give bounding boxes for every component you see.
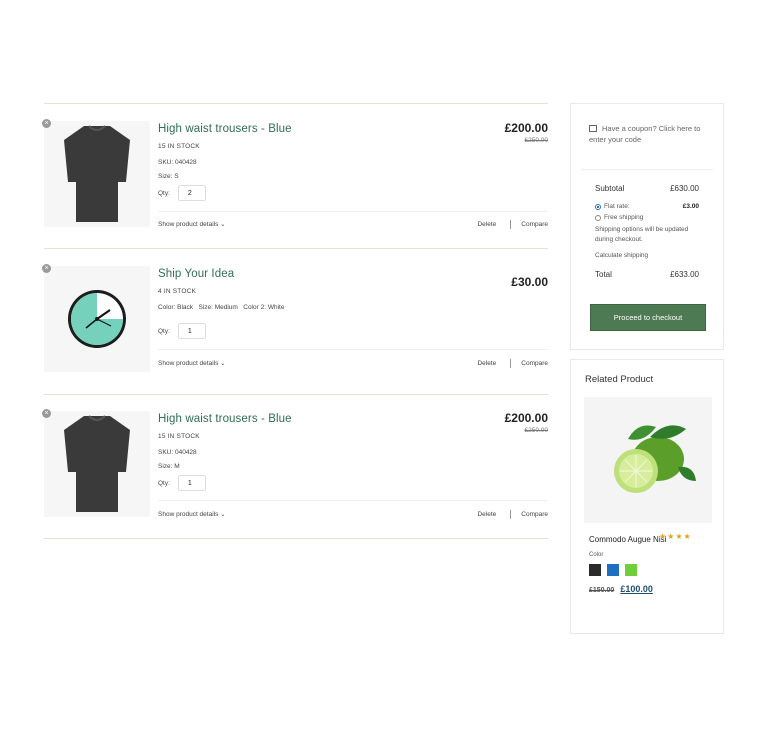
item-actions: Delete Compare (477, 220, 548, 229)
subtotal-value: £630.00 (670, 184, 699, 193)
shipping-note: Shipping options will be updated during … (595, 226, 689, 243)
item-price: £200.00 (504, 411, 548, 425)
qty-label: Qty: (158, 327, 170, 335)
qty-label: Qty: (158, 479, 170, 487)
product-image-clock[interactable] (44, 266, 150, 372)
item-footer-divider (158, 349, 548, 350)
compare-link[interactable]: Compare (521, 511, 548, 518)
show-details-link[interactable]: Show product details ⌄ (158, 359, 226, 367)
item-footer-divider (158, 500, 548, 501)
stock-status: 15 IN STOCK (158, 143, 200, 150)
cart-item: × High waist trousers - Blue 15 IN STOCK… (42, 119, 549, 231)
cart-item-divider (44, 394, 548, 395)
product-attributes: SKU: 040428 Size: S (158, 159, 197, 187)
quantity-input[interactable]: 1 (177, 323, 206, 339)
related-product-name[interactable]: Commodo Augue Nisi ★★★★ (589, 532, 707, 544)
flat-rate-value: £3.00 (682, 203, 699, 210)
product-image-tshirt[interactable] (44, 121, 150, 227)
item-actions: Delete Compare (477, 510, 548, 519)
rating-stars-icon: ★★★★ (659, 532, 692, 541)
quantity-input[interactable]: 2 (177, 185, 206, 201)
cart-bottom-divider (44, 538, 548, 539)
stock-status: 4 IN STOCK (158, 288, 197, 295)
calculate-shipping-link[interactable]: Calculate shipping (595, 251, 699, 261)
related-product-panel: Related Product Commodo Augue Nisi ★★★★ … (570, 359, 724, 634)
item-footer-divider (158, 211, 548, 212)
coupon-text[interactable]: Have a coupon? Click here to enter your … (589, 124, 700, 144)
item-price: £30.00 (511, 275, 548, 289)
delete-link[interactable]: Delete (477, 511, 496, 518)
product-name[interactable]: High waist trousers - Blue (158, 413, 292, 425)
subtotal-row: Subtotal £630.00 (595, 184, 699, 193)
proceed-to-checkout-button[interactable]: Proceed to checkout (590, 304, 706, 331)
related-title: Related Product (585, 374, 654, 385)
product-name[interactable]: Ship Your Idea (158, 268, 234, 280)
quantity-row: Qty: 1 (158, 323, 206, 339)
action-separator (510, 359, 512, 368)
item-actions: Delete Compare (477, 359, 548, 368)
flat-rate-option[interactable]: Flat rate: £3.00 (595, 203, 699, 210)
total-label: Total (595, 270, 612, 279)
delete-link[interactable]: Delete (477, 360, 496, 367)
action-separator (510, 220, 512, 229)
quantity-row: Qty: 2 (158, 185, 206, 201)
item-price: £200.00 (504, 121, 548, 135)
product-name[interactable]: High waist trousers - Blue (158, 123, 292, 135)
remove-icon[interactable]: × (42, 264, 51, 273)
color-swatches (589, 564, 707, 576)
coupon-icon (589, 125, 597, 132)
radio-selected[interactable] (595, 203, 601, 210)
cart-item: × Ship Your Idea 4 IN STOCK Color: Black… (42, 264, 548, 376)
variant-label: Color: Black Size: Medium Color 2: White (158, 304, 285, 311)
item-old-price: £250.00 (524, 427, 549, 434)
delete-link[interactable]: Delete (477, 221, 496, 228)
product-image-tshirt[interactable] (44, 411, 150, 517)
cart-top-divider (44, 103, 548, 104)
free-shipping-option[interactable]: Free shipping (595, 214, 699, 221)
coupon-prompt[interactable]: Have a coupon? Click here to enter your … (589, 123, 715, 145)
stock-status: 15 IN STOCK (158, 433, 200, 440)
cart-summary-panel: Have a coupon? Click here to enter your … (570, 103, 724, 350)
item-old-price: £250.00 (524, 137, 549, 144)
qty-label: Qty: (158, 189, 170, 197)
panel-divider (581, 169, 713, 170)
related-product-image[interactable] (584, 397, 712, 523)
product-attributes: Color: Black Size: Medium Color 2: White (158, 304, 284, 318)
remove-icon[interactable]: × (42, 409, 51, 418)
sku-label: SKU: 040428 (158, 449, 197, 456)
remove-icon[interactable]: × (42, 119, 51, 128)
related-new-price[interactable]: £100.00 (620, 584, 653, 594)
show-details-link[interactable]: Show product details ⌄ (158, 220, 226, 228)
swatch-black[interactable] (589, 564, 601, 576)
free-shipping-label: Free shipping (604, 214, 644, 221)
total-value: £633.00 (670, 270, 699, 279)
compare-link[interactable]: Compare (521, 221, 548, 228)
cart-item: × High waist trousers - Blue 15 IN STOCK… (42, 409, 549, 521)
compare-link[interactable]: Compare (521, 360, 548, 367)
related-product-card: Commodo Augue Nisi ★★★★ Color £150.00 £1… (589, 532, 707, 594)
related-product-name-text[interactable]: Commodo Augue Nisi (589, 535, 666, 544)
quantity-row: Qty: 1 (158, 475, 206, 491)
swatch-blue[interactable] (607, 564, 619, 576)
action-separator (510, 510, 512, 519)
flat-rate-label: Flat rate: (604, 203, 630, 210)
color-label: Color (589, 552, 604, 558)
sku-label: SKU: 040428 (158, 159, 197, 166)
quantity-input[interactable]: 1 (177, 475, 206, 491)
related-old-price: £150.00 (589, 587, 615, 594)
related-prices: £150.00 £100.00 (589, 584, 707, 594)
swatch-green[interactable] (625, 564, 637, 576)
subtotal-label: Subtotal (595, 184, 625, 193)
cart-item-divider (44, 248, 548, 249)
show-details-link[interactable]: Show product details ⌄ (158, 510, 226, 518)
total-row: Total £633.00 (595, 270, 699, 279)
product-attributes: SKU: 040428 Size: M (158, 449, 197, 477)
radio-unselected[interactable] (595, 214, 601, 221)
